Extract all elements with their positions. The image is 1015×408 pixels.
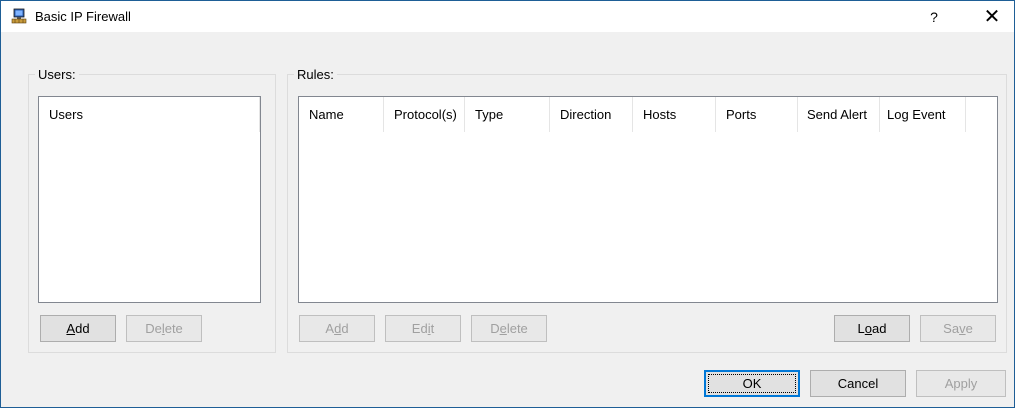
column-header-type[interactable]: Type	[465, 97, 550, 132]
column-header-direction[interactable]: Direction	[550, 97, 633, 132]
cancel-button[interactable]: Cancel	[810, 370, 906, 397]
column-header-ports[interactable]: Ports	[716, 97, 798, 132]
help-button[interactable]: ?	[921, 4, 947, 30]
close-button[interactable]: ✕	[979, 4, 1005, 30]
users-delete-button[interactable]: Delete	[126, 315, 202, 342]
users-column-header-label: Users	[49, 107, 83, 122]
column-header-log-event[interactable]: Log Event	[880, 97, 966, 132]
users-group-label: Users:	[35, 67, 79, 82]
users-add-button[interactable]: Add	[40, 315, 116, 342]
column-header-name[interactable]: Name	[299, 97, 384, 132]
rules-list[interactable]: Name Protocol(s) Type Direction Hosts Po…	[298, 96, 998, 303]
rules-group-label: Rules:	[294, 67, 337, 82]
ok-button[interactable]: OK	[704, 370, 800, 397]
column-header-hosts[interactable]: Hosts	[633, 97, 716, 132]
rules-add-button[interactable]: Add	[299, 315, 375, 342]
rules-delete-button[interactable]: Delete	[471, 315, 547, 342]
window-title: Basic IP Firewall	[35, 9, 131, 24]
column-header-protocols[interactable]: Protocol(s)	[384, 97, 465, 132]
users-list[interactable]: Users	[38, 96, 261, 303]
rules-load-button[interactable]: Load	[834, 315, 910, 342]
rules-edit-button[interactable]: Edit	[385, 315, 461, 342]
apply-button[interactable]: Apply	[916, 370, 1006, 397]
rules-save-button[interactable]: Save	[920, 315, 996, 342]
firewall-app-icon	[11, 8, 27, 24]
column-header-send-alert[interactable]: Send Alert	[798, 97, 880, 132]
firewall-dialog: Basic IP Firewall ? ✕ Users: Users Add D…	[0, 0, 1015, 408]
users-column-header[interactable]: Users	[39, 97, 260, 132]
title-bar: Basic IP Firewall ? ✕	[1, 1, 1014, 32]
